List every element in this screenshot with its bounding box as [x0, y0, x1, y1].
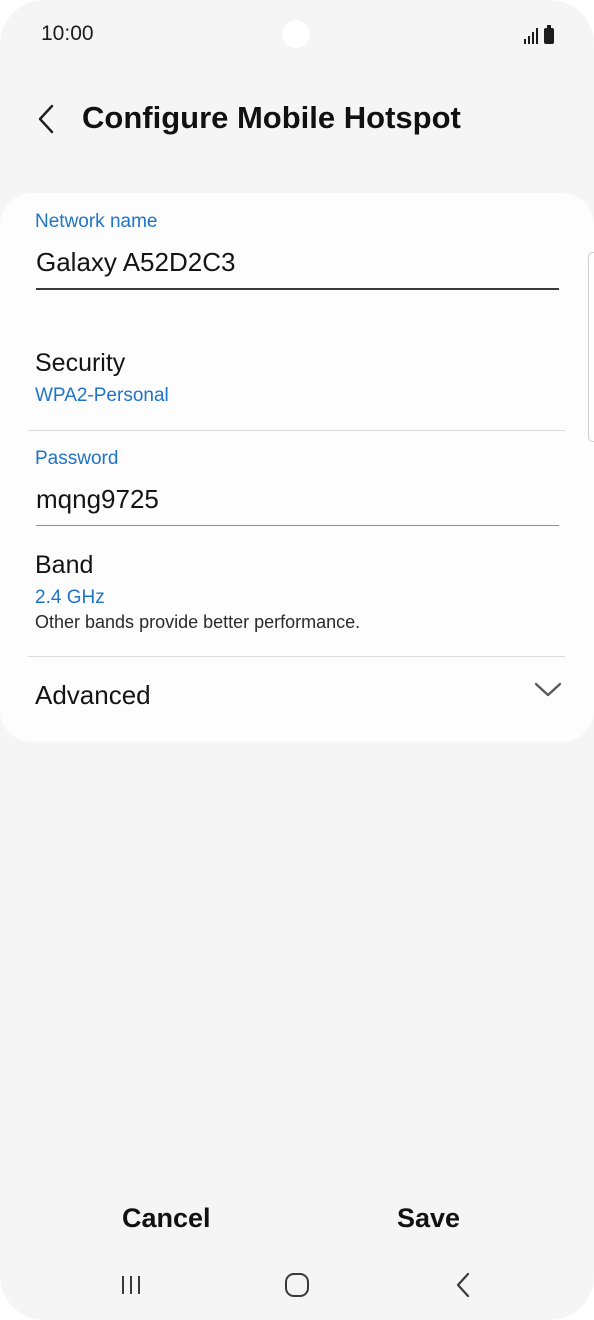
nav-back-button[interactable] — [433, 1262, 493, 1308]
home-icon — [285, 1273, 309, 1297]
signal-icon — [524, 28, 538, 44]
recent-apps-button[interactable] — [101, 1262, 161, 1308]
security-value: WPA2-Personal — [35, 385, 169, 406]
chevron-left-icon — [38, 104, 54, 134]
password-label: Password — [35, 448, 119, 469]
advanced-row[interactable]: Advanced — [0, 656, 594, 728]
phone-screen: 10:00 Configure Mobile Hotspot Network n… — [0, 0, 594, 1320]
battery-icon — [544, 25, 554, 44]
cancel-button[interactable]: Cancel — [116, 1196, 217, 1240]
recent-apps-icon — [122, 1276, 140, 1294]
home-button[interactable] — [267, 1262, 327, 1308]
hotspot-settings-card: Network name Galaxy A52D2C3 Security WPA… — [0, 193, 594, 742]
save-button[interactable]: Save — [391, 1196, 466, 1240]
network-name-input[interactable]: Galaxy A52D2C3 — [36, 247, 559, 290]
status-time: 10:00 — [41, 22, 94, 45]
status-icons — [524, 24, 554, 44]
chevron-down-icon — [534, 682, 562, 697]
band-description: Other bands provide better performance. — [35, 612, 361, 632]
back-icon — [456, 1272, 470, 1298]
front-camera-cutout — [282, 20, 310, 48]
band-title: Band — [35, 551, 94, 579]
divider — [28, 430, 565, 431]
band-value: 2.4 GHz — [35, 587, 105, 608]
scroll-indicator — [588, 252, 594, 442]
network-name-label: Network name — [35, 211, 158, 232]
password-input[interactable]: mqng9725 — [36, 484, 559, 526]
advanced-title: Advanced — [35, 680, 151, 710]
security-title: Security — [35, 349, 126, 377]
back-button[interactable] — [28, 96, 64, 142]
page-title: Configure Mobile Hotspot — [82, 100, 461, 135]
